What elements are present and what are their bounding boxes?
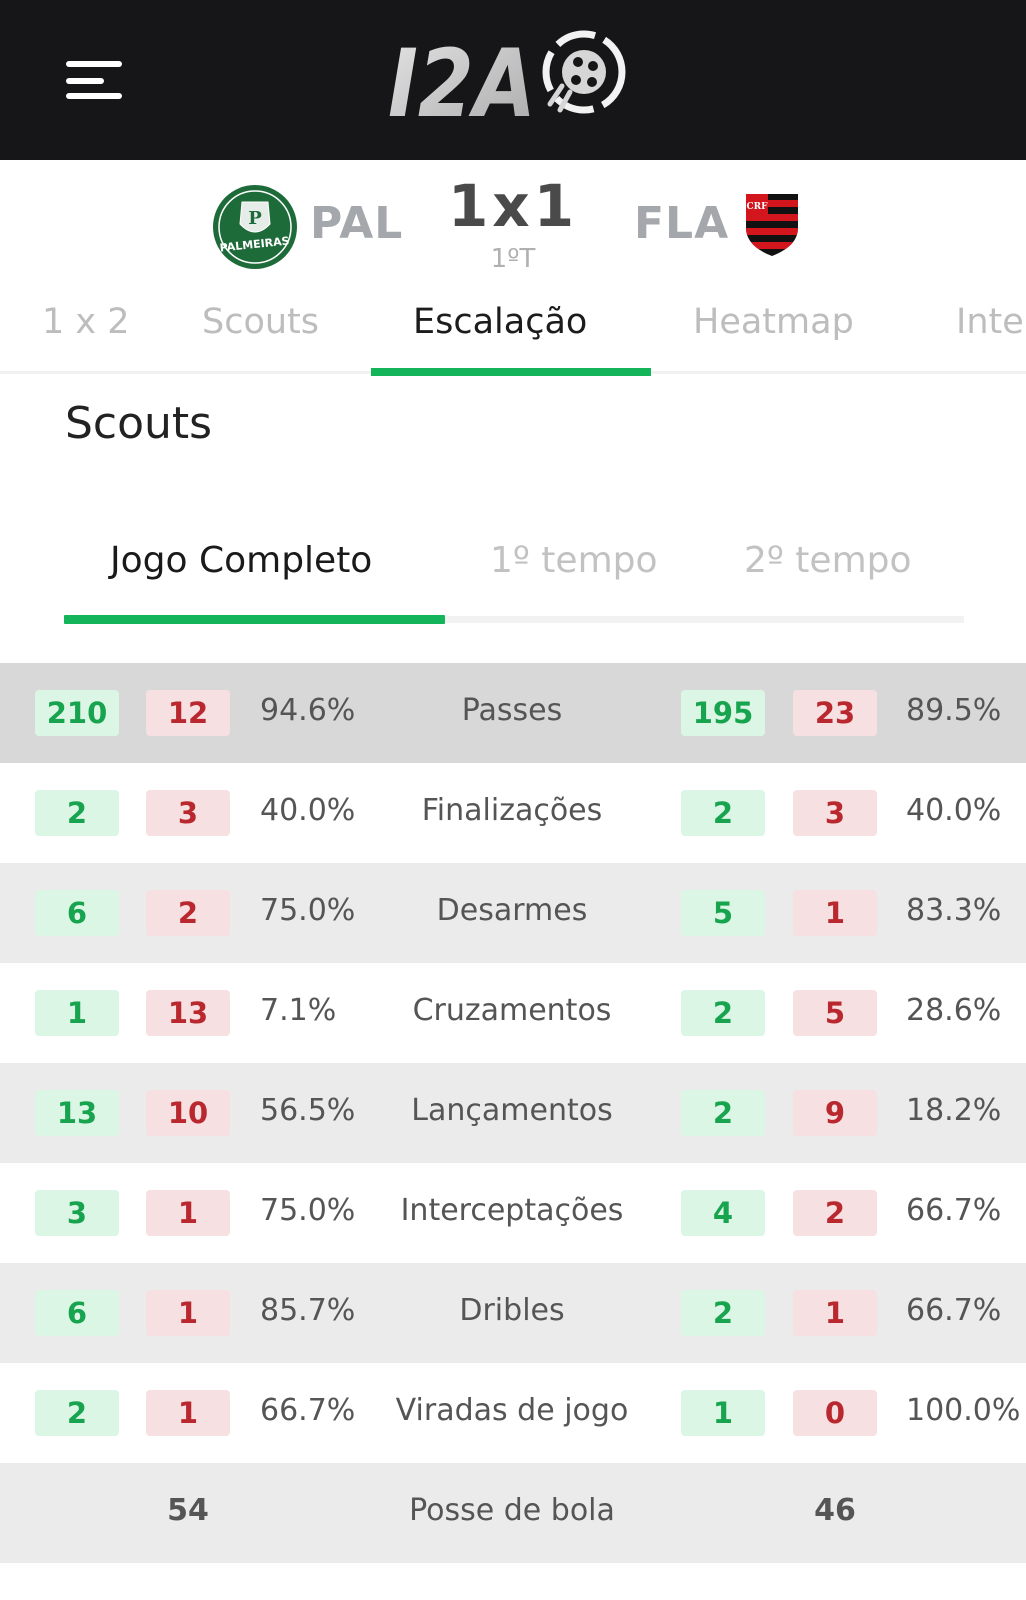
stat-label: Viradas de jogo — [395, 1393, 629, 1428]
section-title: Scouts — [65, 398, 213, 449]
stat-label: Dribles — [459, 1293, 565, 1328]
away-fail-count: 1 — [793, 890, 877, 936]
away-percentage: 89.5% — [906, 693, 1002, 728]
home-percentage: 75.0% — [260, 1193, 356, 1228]
home-percentage: 85.7% — [260, 1293, 356, 1328]
away-percentage: 66.7% — [906, 1193, 1002, 1228]
home-fail-count: 2 — [146, 890, 230, 936]
stat-row-cruzamentos[interactable]: 1 13 7.1% Cruzamentos 2 5 28.6% — [0, 963, 1026, 1063]
menu-line — [66, 61, 122, 67]
home-success-count: 1 — [35, 990, 119, 1036]
away-percentage: 40.0% — [906, 793, 1002, 828]
home-success-count: 210 — [35, 690, 119, 736]
away-success-count: 2 — [681, 1290, 765, 1336]
tab-1x2[interactable]: 1 x 2 — [42, 302, 130, 342]
stat-row-lancamentos[interactable]: 13 10 56.5% Lançamentos 2 9 18.2% — [0, 1063, 1026, 1163]
i2a-logo[interactable]: I2A — [388, 22, 638, 128]
away-fail-count: 9 — [793, 1090, 877, 1136]
period-tabs: Jogo Completo 1º tempo 2º tempo — [64, 540, 964, 624]
away-success-count: 2 — [681, 790, 765, 836]
period-tab-first-half[interactable]: 1º tempo — [490, 540, 658, 581]
home-possession: 54 — [167, 1493, 209, 1528]
home-percentage: 75.0% — [260, 893, 356, 928]
away-percentage: 83.3% — [906, 893, 1002, 928]
menu-line — [66, 93, 122, 99]
away-success-count: 2 — [681, 990, 765, 1036]
match-period: 1ºT — [490, 244, 536, 274]
home-team-abbr: PAL — [310, 198, 404, 249]
stat-label: Posse de bola — [409, 1493, 615, 1528]
stats-table: 210 12 94.6% Passes 195 23 89.5% 2 3 40.… — [0, 663, 1026, 1563]
away-success-count: 1 — [681, 1390, 765, 1436]
period-active-indicator — [64, 615, 445, 624]
home-percentage: 7.1% — [260, 993, 337, 1028]
active-tab-indicator — [371, 368, 651, 376]
logo-text: I2A — [388, 30, 536, 128]
tab-scouts[interactable]: Scouts — [202, 302, 319, 342]
home-success-count: 6 — [35, 890, 119, 936]
home-percentage: 94.6% — [260, 693, 356, 728]
soccer-ball-icon — [542, 30, 626, 114]
svg-text:P: P — [248, 208, 262, 229]
match-score: 1x1 — [447, 172, 579, 240]
stat-label: Interceptações — [400, 1193, 624, 1228]
home-percentage: 66.7% — [260, 1393, 356, 1428]
stat-label: Finalizações — [421, 793, 603, 828]
stat-label: Cruzamentos — [412, 993, 612, 1028]
away-percentage: 100.0% — [906, 1393, 1021, 1428]
home-success-count: 2 — [35, 790, 119, 836]
stat-row-viradas-de-jogo[interactable]: 2 1 66.7% Viradas de jogo 1 0 100.0% — [0, 1363, 1026, 1463]
home-fail-count: 13 — [146, 990, 230, 1036]
away-percentage: 28.6% — [906, 993, 1002, 1028]
away-success-count: 195 — [681, 690, 765, 736]
away-possession: 46 — [814, 1493, 856, 1528]
home-fail-count: 1 — [146, 1390, 230, 1436]
stat-row-interceptacoes[interactable]: 3 1 75.0% Interceptações 4 2 66.7% — [0, 1163, 1026, 1263]
away-fail-count: 1 — [793, 1290, 877, 1336]
tab-inte[interactable]: Inte — [956, 302, 1024, 342]
home-percentage: 56.5% — [260, 1093, 356, 1128]
home-success-count: 6 — [35, 1290, 119, 1336]
stat-row-dribles[interactable]: 6 1 85.7% Dribles 2 1 66.7% — [0, 1263, 1026, 1363]
home-percentage: 40.0% — [260, 793, 356, 828]
period-tab-second-half[interactable]: 2º tempo — [744, 540, 912, 581]
hamburger-menu-icon[interactable] — [62, 58, 124, 104]
away-fail-count: 0 — [793, 1390, 877, 1436]
away-success-count: 2 — [681, 1090, 765, 1136]
home-fail-count: 3 — [146, 790, 230, 836]
stat-label: Desarmes — [436, 893, 588, 928]
menu-line — [66, 78, 104, 84]
away-percentage: 18.2% — [906, 1093, 1002, 1128]
away-fail-count: 2 — [793, 1190, 877, 1236]
home-success-count: 13 — [35, 1090, 119, 1136]
stat-row-desarmes[interactable]: 6 2 75.0% Desarmes 5 1 83.3% — [0, 863, 1026, 963]
away-success-count: 5 — [681, 890, 765, 936]
home-fail-count: 12 — [146, 690, 230, 736]
flamengo-crest-icon: CRF — [746, 194, 798, 256]
palmeiras-crest-icon: P PALMEIRAS — [213, 185, 297, 269]
crest-text: CRF — [746, 202, 768, 212]
stat-row-passes[interactable]: 210 12 94.6% Passes 195 23 89.5% — [0, 663, 1026, 763]
top-bar: I2A — [0, 0, 1026, 160]
stat-row-finalizacoes[interactable]: 2 3 40.0% Finalizações 2 3 40.0% — [0, 763, 1026, 863]
stat-row-possession[interactable]: 54 Posse de bola 46 — [0, 1463, 1026, 1563]
away-fail-count: 5 — [793, 990, 877, 1036]
home-fail-count: 10 — [146, 1090, 230, 1136]
main-tabs: 1 x 2 Scouts Escalação Heatmap Inte — [0, 288, 1026, 380]
stat-label: Lançamentos — [411, 1093, 613, 1128]
away-team-abbr: FLA — [634, 198, 730, 249]
home-success-count: 3 — [35, 1190, 119, 1236]
away-fail-count: 23 — [793, 690, 877, 736]
stat-label: Passes — [461, 693, 563, 728]
home-fail-count: 1 — [146, 1290, 230, 1336]
home-fail-count: 1 — [146, 1190, 230, 1236]
away-percentage: 66.7% — [906, 1293, 1002, 1328]
tab-escalacao[interactable]: Escalação — [413, 302, 587, 342]
period-tab-full-game[interactable]: Jogo Completo — [110, 540, 372, 581]
away-fail-count: 3 — [793, 790, 877, 836]
away-success-count: 4 — [681, 1190, 765, 1236]
tab-heatmap[interactable]: Heatmap — [693, 302, 854, 342]
home-success-count: 2 — [35, 1390, 119, 1436]
